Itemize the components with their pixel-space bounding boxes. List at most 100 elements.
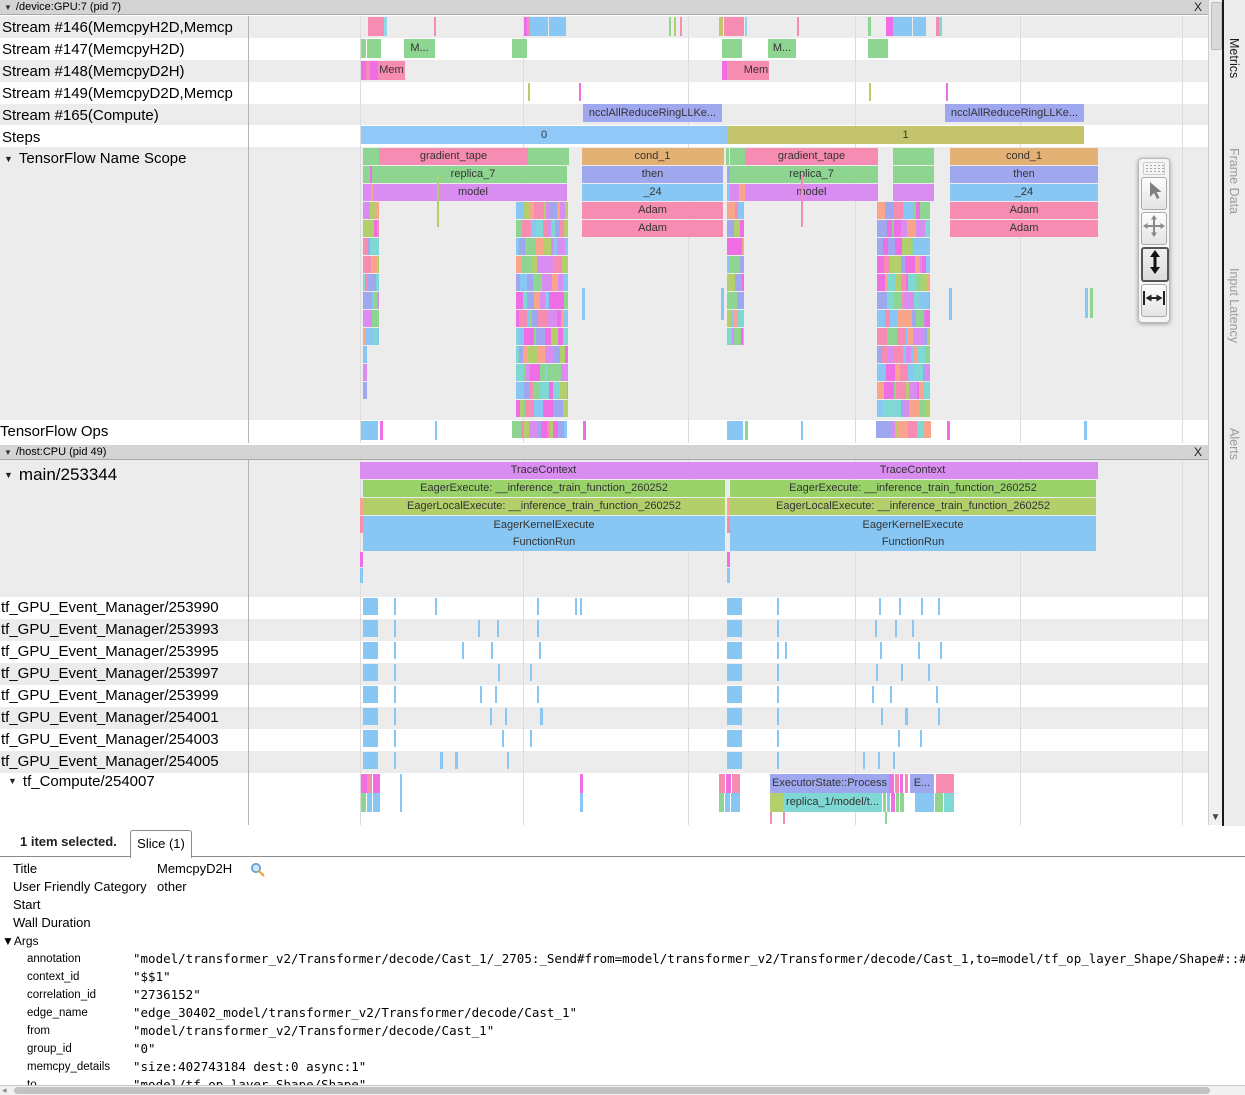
trace-slice[interactable] bbox=[783, 812, 785, 824]
trace-slice-fragment[interactable] bbox=[363, 382, 367, 399]
trace-slice-fragment[interactable] bbox=[543, 238, 551, 255]
trace-slice-fragment[interactable] bbox=[537, 256, 544, 273]
trace-slice-fragment[interactable] bbox=[883, 400, 892, 417]
trace-slice[interactable]: FunctionRun bbox=[363, 534, 725, 551]
trace-slice[interactable]: cond_1 bbox=[950, 148, 1098, 165]
trace-slice-fragment[interactable] bbox=[913, 328, 923, 345]
trace-slice-fragment[interactable] bbox=[363, 346, 367, 363]
trace-slice-fragment[interactable] bbox=[925, 400, 930, 417]
trace-slice-fragment[interactable] bbox=[877, 310, 885, 327]
trace-slice[interactable] bbox=[727, 642, 742, 659]
trace-slice[interactable] bbox=[725, 793, 730, 812]
trace-slice-fragment[interactable] bbox=[877, 274, 885, 291]
sidebar-tab-input-latency[interactable]: Input Latency bbox=[1227, 268, 1241, 343]
trace-slice[interactable] bbox=[360, 568, 363, 583]
trace-slice-fragment[interactable] bbox=[378, 256, 379, 273]
trace-slice-fragment[interactable] bbox=[363, 256, 371, 273]
trace-slice-fragment[interactable] bbox=[550, 202, 557, 219]
trace-slice[interactable] bbox=[724, 17, 744, 36]
trace-slice[interactable] bbox=[727, 686, 742, 703]
trace-slice-fragment[interactable] bbox=[876, 421, 886, 438]
trace-slice-fragment[interactable] bbox=[545, 346, 554, 363]
trace-slice-fragment[interactable] bbox=[552, 364, 561, 381]
trace-slice[interactable] bbox=[537, 598, 539, 615]
trace-slice-fragment[interactable] bbox=[544, 256, 553, 273]
trace-slice[interactable] bbox=[363, 598, 378, 615]
trace-slice[interactable] bbox=[777, 708, 779, 725]
trace-slice[interactable] bbox=[530, 17, 548, 36]
trace-slice[interactable] bbox=[721, 288, 724, 320]
trace-slice[interactable]: TraceContext bbox=[360, 462, 727, 479]
trace-slice-fragment[interactable] bbox=[564, 292, 568, 309]
trace-slice[interactable] bbox=[512, 39, 527, 58]
trace-slice-fragment[interactable] bbox=[363, 220, 372, 237]
trace-slice[interactable] bbox=[730, 184, 739, 201]
trace-slice[interactable] bbox=[363, 184, 371, 201]
trace-slice[interactable]: _24 bbox=[582, 184, 723, 201]
trace-slice[interactable] bbox=[440, 752, 443, 769]
scroll-left-arrow-icon[interactable]: ◂ bbox=[2, 1085, 7, 1095]
trace-slice[interactable] bbox=[480, 686, 482, 703]
trace-slice[interactable] bbox=[491, 642, 493, 659]
trace-slice-fragment[interactable] bbox=[557, 292, 564, 309]
trace-slice[interactable]: _24 bbox=[950, 184, 1098, 201]
trace-slice-fragment[interactable] bbox=[907, 220, 916, 237]
trace-slice[interactable] bbox=[507, 752, 509, 769]
trace-slice-fragment[interactable] bbox=[890, 310, 897, 327]
trace-slice[interactable]: EagerLocalExecute: __inference_train_fun… bbox=[730, 498, 1096, 515]
trace-slice[interactable] bbox=[400, 774, 402, 793]
trace-slice-fragment[interactable] bbox=[522, 256, 531, 273]
trace-slice-fragment[interactable] bbox=[927, 328, 930, 345]
trace-slice[interactable] bbox=[893, 752, 895, 769]
trace-slice[interactable] bbox=[905, 774, 908, 793]
trace-slice-fragment[interactable] bbox=[565, 238, 568, 255]
trace-slice-fragment[interactable] bbox=[917, 421, 924, 438]
trace-slice[interactable] bbox=[730, 166, 745, 183]
trace-slice-fragment[interactable] bbox=[877, 220, 885, 237]
trace-slice-fragment[interactable] bbox=[930, 421, 931, 438]
trace-slice[interactable] bbox=[394, 598, 396, 615]
vertical-scrollbar-thumb[interactable] bbox=[1211, 2, 1222, 50]
trace-slice[interactable] bbox=[898, 730, 900, 747]
trace-slice[interactable] bbox=[946, 83, 948, 101]
trace-slice[interactable]: Mem bbox=[743, 61, 769, 80]
trace-slice-fragment[interactable] bbox=[564, 421, 567, 438]
close-icon[interactable]: X bbox=[1194, 445, 1202, 460]
trace-slice[interactable] bbox=[878, 752, 880, 769]
trace-slice[interactable] bbox=[394, 642, 396, 659]
trace-slice[interactable] bbox=[887, 793, 890, 812]
trace-slice-fragment[interactable] bbox=[564, 310, 568, 327]
trace-slice[interactable] bbox=[868, 39, 888, 58]
trace-slice-fragment[interactable] bbox=[548, 310, 557, 327]
trace-slice[interactable] bbox=[367, 793, 372, 812]
trace-slice-fragment[interactable] bbox=[898, 421, 908, 438]
trace-slice[interactable] bbox=[505, 708, 507, 725]
trace-slice-fragment[interactable] bbox=[886, 364, 895, 381]
trace-slice-fragment[interactable] bbox=[897, 310, 907, 327]
trace-slice[interactable] bbox=[770, 793, 783, 812]
trace-slice[interactable]: replica_1/model/t... bbox=[783, 793, 882, 812]
trace-slice[interactable] bbox=[370, 61, 378, 80]
timing-tool-button[interactable] bbox=[1141, 284, 1167, 317]
collapse-arrow-icon[interactable]: ▼ bbox=[8, 776, 17, 786]
trace-slice[interactable] bbox=[363, 620, 378, 637]
trace-slice-fragment[interactable] bbox=[927, 202, 930, 219]
trace-slice[interactable] bbox=[394, 620, 396, 637]
trace-slice-fragment[interactable] bbox=[366, 328, 373, 345]
trace-slice[interactable]: EagerKernelExecute bbox=[730, 516, 1096, 534]
trace-slice-fragment[interactable] bbox=[884, 382, 894, 399]
sidebar-tab-alerts[interactable]: Alerts bbox=[1227, 428, 1241, 460]
trace-slice[interactable] bbox=[777, 730, 779, 747]
trace-slice-fragment[interactable] bbox=[363, 364, 367, 381]
trace-slice[interactable] bbox=[893, 148, 934, 165]
trace-slice-fragment[interactable] bbox=[542, 274, 552, 291]
trace-slice[interactable]: EagerLocalExecute: __inference_train_fun… bbox=[363, 498, 725, 515]
trace-slice[interactable]: replica_7 bbox=[379, 166, 567, 183]
trace-slice-fragment[interactable] bbox=[376, 274, 379, 291]
trace-slice-fragment[interactable] bbox=[918, 346, 925, 363]
trace-slice-fragment[interactable] bbox=[742, 274, 744, 291]
trace-slice[interactable] bbox=[801, 175, 803, 227]
trace-slice[interactable] bbox=[899, 598, 901, 615]
trace-slice[interactable] bbox=[361, 39, 366, 58]
trace-slice[interactable] bbox=[537, 686, 539, 703]
